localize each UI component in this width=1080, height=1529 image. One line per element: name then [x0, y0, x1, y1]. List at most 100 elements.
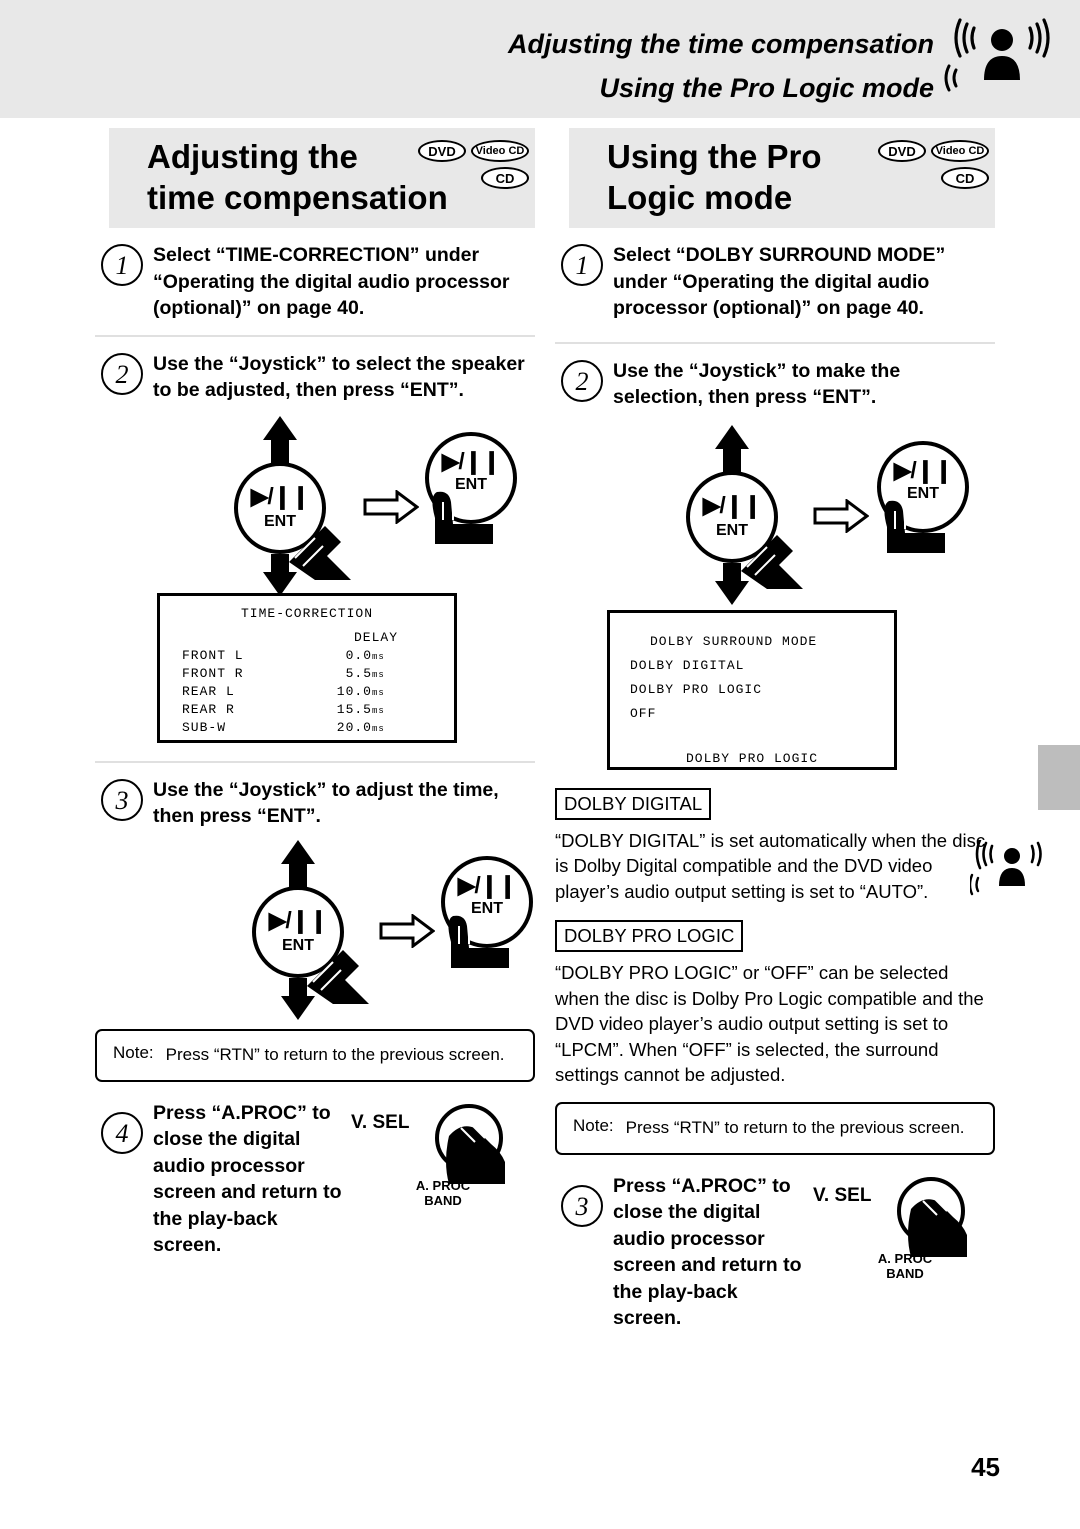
left-step-3: 3 Use the “Joystick” to adjust the time,…: [95, 777, 535, 830]
left-step-1-text: Select “TIME-CORRECTION” under “Operatin…: [153, 244, 510, 319]
play-pause-symbol: ▶/❙❙: [268, 906, 329, 933]
aproc-text: A. PROC: [415, 1177, 471, 1193]
pressing-hand-icon: [741, 534, 803, 589]
header-titles: Adjusting the time compensation Using th…: [508, 26, 934, 106]
right-step-2-number: 2: [561, 359, 603, 402]
panel-row-label: FRONT R: [182, 665, 244, 681]
right-step-2: 2 Use the “Joystick” to make the selecti…: [555, 358, 995, 411]
v-sel-label: V. SEL: [351, 1111, 410, 1133]
panel-row-unit: ms: [372, 705, 385, 716]
left-step-2-number: 2: [101, 352, 143, 395]
panel-row-unit: ms: [372, 651, 385, 662]
dolby-digital-section: DOLBY DIGITAL “DOLBY DIGITAL” is set aut…: [555, 782, 995, 905]
left-step-1-number: 1: [101, 244, 143, 286]
right-step-2-text: Use the “Joystick” to make the selection…: [613, 359, 901, 409]
dolby-digital-heading: DOLBY DIGITAL: [555, 787, 712, 820]
right-step-3-number: 3: [561, 1184, 603, 1227]
panel-row-unit: ms: [372, 723, 385, 734]
panel-row: FRONT L 0.0 ms: [160, 648, 454, 663]
left-step-1: 1 Select “TIME-CORRECTION” under “Operat…: [95, 242, 535, 322]
badge-video-cd: Video CD: [931, 140, 989, 162]
divider: [95, 760, 535, 763]
pressing-hand-icon: [307, 949, 369, 1004]
play-pause-symbol: ▶/❙❙: [250, 482, 311, 509]
play-pause-symbol: ▶/❙❙: [702, 491, 763, 518]
small-speaker-waves-icon: [970, 840, 1042, 896]
right-step-1-number: 1: [561, 244, 603, 286]
badge-dvd: DVD: [878, 140, 926, 162]
panel-row: REAR L 10.0 ms: [160, 684, 454, 699]
badge-cd: CD: [481, 167, 529, 189]
joystick-up-shaft: [723, 446, 741, 473]
title-white-bar: [95, 128, 109, 228]
left-step-4: 4 Press “A.PROC” to close the digital au…: [95, 1100, 535, 1259]
right-joystick-diagram: ▶/❙❙ ENT ▶/❙❙ ENT: [555, 424, 995, 605]
panel-row-unit: ms: [372, 669, 385, 680]
pressing-hand-icon: [289, 525, 351, 580]
right-section-title: Using the Pro Logic mode: [607, 138, 822, 216]
left-step-2-text: Use the “Joystick” to select the speaker…: [153, 352, 525, 402]
joystick-up-arrowhead: [715, 424, 749, 449]
badge-dvd: DVD: [418, 140, 466, 162]
band-text: BAND: [886, 1265, 924, 1281]
right-arrow-icon: [363, 489, 419, 524]
left-section-title-block: Adjusting the time compensation DVD Video…: [95, 128, 535, 228]
panel-row-value: 5.5: [345, 665, 372, 681]
panel-row-label: REAR R: [182, 701, 235, 717]
joystick-up-arrowhead: [281, 839, 315, 864]
panel-delay-header: DELAY: [353, 629, 398, 645]
divider: [555, 341, 995, 344]
right-note-label: Note:: [573, 1115, 614, 1135]
pressing-hand-icon-2: [448, 915, 509, 968]
aproc-band-label: A. PROC BAND: [853, 1251, 957, 1281]
band-text: BAND: [424, 1192, 462, 1208]
left-note-box: Note: Press “RTN” to return to the previ…: [95, 1028, 535, 1082]
left-joystick-diagram-1: ▶/❙❙ ENT ▶/❙❙ ENT: [95, 410, 535, 596]
right-note-box: Note: Press “RTN” to return to the previ…: [555, 1101, 995, 1155]
left-step-2: 2 Use the “Joystick” to select the speak…: [95, 351, 535, 404]
right-section-title-block: Using the Pro Logic mode DVD Video CD CD: [555, 128, 995, 228]
panel-row-value: 20.0: [336, 719, 372, 735]
joystick-up-shaft: [289, 861, 307, 888]
panel-selected-value: DOLBY PRO LOGIC: [685, 750, 819, 766]
pressing-hand-icon-2: [884, 500, 945, 553]
right-step-3: 3 Press “A.PROC” to close the digital au…: [555, 1173, 995, 1332]
play-pause-symbol: ▶/❙❙: [893, 456, 954, 483]
left-note-text: Press “RTN” to return to the previous sc…: [165, 1044, 505, 1064]
panel-title: DOLBY SURROUND MODE: [650, 633, 818, 649]
panel-option: DOLBY DIGITAL: [630, 657, 745, 673]
side-tab-marker: [1038, 745, 1080, 810]
panel-row: REAR R 15.5 ms: [160, 702, 454, 717]
left-note-label: Note:: [113, 1042, 154, 1062]
panel-row-value: 0.0: [345, 647, 372, 663]
speaker-waves-icon: [944, 18, 1050, 92]
panel-row-unit: ms: [372, 687, 385, 698]
left-disc-badges: DVD Video CD CD: [401, 140, 529, 189]
panel-row-label: FRONT L: [182, 647, 244, 663]
aproc-text: A. PROC: [877, 1250, 933, 1266]
panel-row-label: SUB-W: [182, 719, 227, 735]
panel-row-label: REAR L: [182, 683, 235, 699]
divider: [95, 334, 535, 337]
badge-video-cd: Video CD: [471, 140, 529, 162]
page-number: 45: [971, 1452, 1000, 1482]
dolby-pro-logic-section: DOLBY PRO LOGIC “DOLBY PRO LOGIC” or “OF…: [555, 914, 995, 1088]
time-correction-display-panel: TIME-CORRECTION DELAY FRONT L 0.0 ms FRO…: [157, 592, 457, 743]
play-pause-symbol: ▶/❙❙: [457, 871, 518, 898]
right-step-1-text: Select “DOLBY SURROUND MODE” under “Oper…: [613, 244, 946, 319]
dolby-digital-body: “DOLBY DIGITAL” is set automatically whe…: [555, 829, 986, 902]
right-note-text: Press “RTN” to return to the previous sc…: [625, 1117, 965, 1137]
right-disc-badges: DVD Video CD CD: [861, 140, 989, 189]
panel-row-value: 15.5: [336, 701, 372, 717]
panel-row: SUB-W 20.0 ms: [160, 720, 454, 735]
dolby-surround-display-panel: DOLBY SURROUND MODE DOLBY DIGITAL DOLBY …: [607, 609, 897, 770]
joystick-up-shaft: [271, 437, 289, 464]
right-arrow-icon: [379, 913, 435, 948]
dolby-pro-logic-body: “DOLBY PRO LOGIC” or “OFF” can be select…: [555, 962, 984, 1085]
left-column: Adjusting the time compensation DVD Video…: [95, 128, 535, 1259]
panel-row-value: 10.0: [336, 683, 372, 699]
dolby-pro-logic-heading: DOLBY PRO LOGIC: [555, 920, 744, 952]
panel-row: FRONT R 5.5 ms: [160, 666, 454, 681]
aproc-band-label: A. PROC BAND: [391, 1178, 495, 1208]
panel-title: TIME-CORRECTION: [240, 605, 374, 621]
